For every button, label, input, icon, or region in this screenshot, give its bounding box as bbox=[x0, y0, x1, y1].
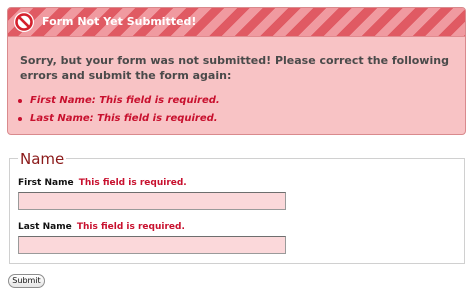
bullet-icon bbox=[18, 117, 22, 121]
field-label-text: Last Name bbox=[18, 222, 72, 232]
field-error-text: This field is required. bbox=[76, 222, 185, 232]
ban-icon bbox=[14, 12, 34, 32]
name-fieldset: Name First Name This field is required. … bbox=[9, 151, 465, 264]
alert-message: Sorry, but your form was not submitted! … bbox=[20, 54, 449, 82]
error-item-first-name: First Name: This field is required. bbox=[16, 92, 220, 110]
first-name-input[interactable] bbox=[18, 192, 286, 210]
last-name-input[interactable] bbox=[18, 236, 286, 254]
submit-button[interactable]: Submit bbox=[8, 274, 45, 288]
error-item-last-name: Last Name: This field is required. bbox=[16, 110, 220, 128]
field-label-text: First Name bbox=[18, 178, 74, 188]
error-alert: Form Not Yet Submitted! Sorry, but your … bbox=[7, 7, 466, 135]
last-name-label: Last Name This field is required. bbox=[18, 222, 185, 232]
error-text: First Name: This field is required. bbox=[30, 95, 220, 106]
bullet-icon bbox=[18, 99, 22, 103]
field-error-text: This field is required. bbox=[78, 178, 187, 188]
first-name-label: First Name This field is required. bbox=[18, 178, 187, 188]
error-text: Last Name: This field is required. bbox=[30, 113, 218, 124]
alert-header: Form Not Yet Submitted! bbox=[8, 8, 465, 37]
error-list: First Name: This field is required. Last… bbox=[16, 92, 220, 128]
alert-title: Form Not Yet Submitted! bbox=[42, 15, 197, 28]
fieldset-legend: Name bbox=[18, 150, 67, 168]
